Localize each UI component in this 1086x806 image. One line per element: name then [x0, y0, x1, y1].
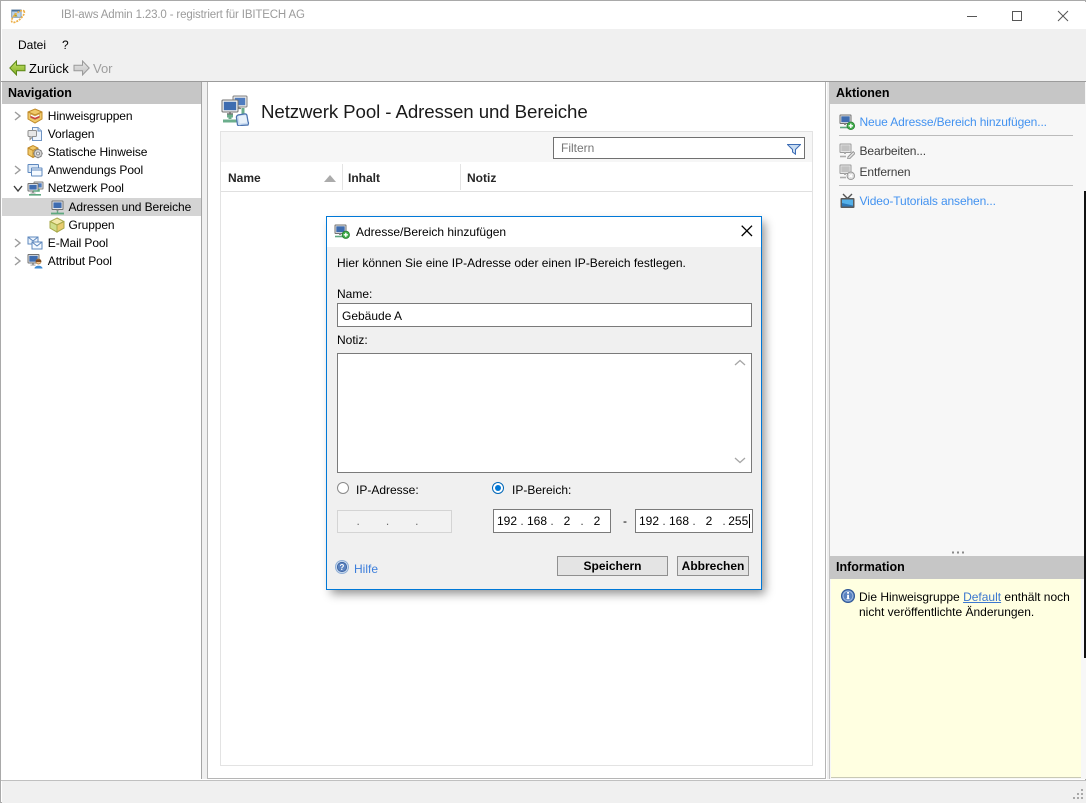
svg-text:?: ?: [340, 563, 345, 572]
